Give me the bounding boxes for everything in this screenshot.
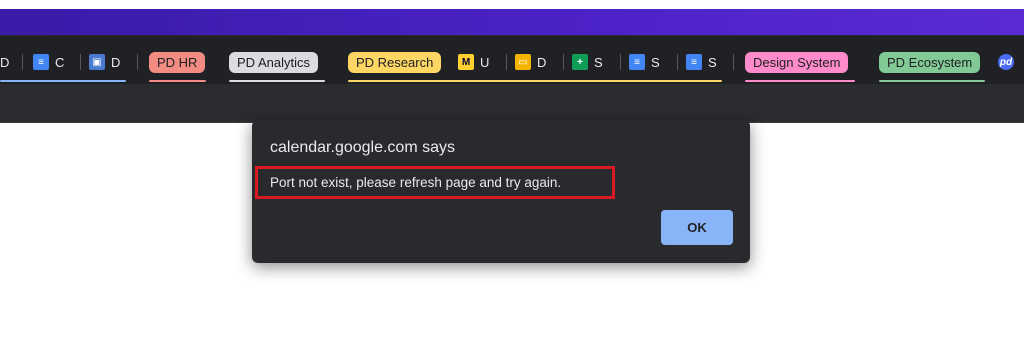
tab-separator	[506, 54, 507, 70]
browser-toolbar	[0, 84, 1024, 123]
tab-separator	[677, 54, 678, 70]
docs-icon: ≡	[686, 54, 702, 70]
tab-group-underline	[348, 80, 722, 82]
tab-label: D	[537, 54, 547, 70]
tab-label: U	[480, 54, 490, 70]
pd-app-icon: pd	[998, 54, 1014, 70]
sheets-icon: +	[572, 54, 588, 70]
tab-separator	[620, 54, 621, 70]
tab-docs[interactable]: D	[0, 52, 16, 72]
tab-group-underline	[229, 80, 325, 82]
tab-separator	[22, 54, 23, 70]
tab-group-underline	[745, 80, 855, 82]
tab-docs[interactable]: ≡ S	[629, 52, 671, 72]
ok-button[interactable]: OK	[661, 210, 733, 245]
tab-label: C	[55, 54, 65, 70]
alert-dialog: calendar.google.com says Port not exist,…	[252, 120, 750, 263]
tab-group-pd-analytics[interactable]: PD Analytics	[229, 52, 318, 73]
docs-icon: ≡	[33, 54, 49, 70]
tab-miro[interactable]: M U	[458, 52, 500, 72]
tab-pd-app[interactable]: pd	[998, 52, 1018, 72]
active-tab-underline	[0, 80, 126, 82]
tab-docs[interactable]: ≡ S	[686, 52, 726, 72]
tab-group-pd-hr[interactable]: PD HR	[149, 52, 206, 73]
tab-group-underline	[149, 80, 206, 82]
tab-label: D	[0, 54, 10, 70]
slides-icon: ▭	[515, 54, 531, 70]
dialog-message: Port not exist, please refresh page and …	[270, 175, 562, 190]
tab-label: S	[594, 54, 603, 70]
tab-sheets[interactable]: + S	[572, 52, 614, 72]
top-margin	[0, 0, 1024, 9]
dialog-title: calendar.google.com says	[270, 139, 455, 156]
tab-docs[interactable]: ≡ C	[33, 52, 73, 72]
tab-separator	[733, 54, 734, 70]
tab-group-design-system[interactable]: Design System	[745, 52, 849, 73]
tab-slides[interactable]: ▭ D	[515, 52, 555, 72]
window-title-bar[interactable]	[0, 9, 1024, 35]
doc-image-icon: ▣	[89, 54, 105, 70]
tab-label: D	[111, 54, 121, 70]
tab-strip: D ≡ C ▣ D PD HR PD Analytics PD Research…	[0, 35, 1024, 85]
tab-label: S	[708, 54, 717, 70]
tab-separator	[80, 54, 81, 70]
tab-group-pd-ecosystem[interactable]: PD Ecosystem	[879, 52, 981, 73]
tab-doc-image[interactable]: ▣ D	[89, 52, 129, 72]
tab-group-pd-research[interactable]: PD Research	[348, 52, 442, 73]
tab-separator	[137, 54, 138, 70]
tab-group-underline	[879, 80, 985, 82]
tab-label: S	[651, 54, 660, 70]
miro-icon: M	[458, 54, 474, 70]
docs-icon: ≡	[629, 54, 645, 70]
tab-separator	[563, 54, 564, 70]
